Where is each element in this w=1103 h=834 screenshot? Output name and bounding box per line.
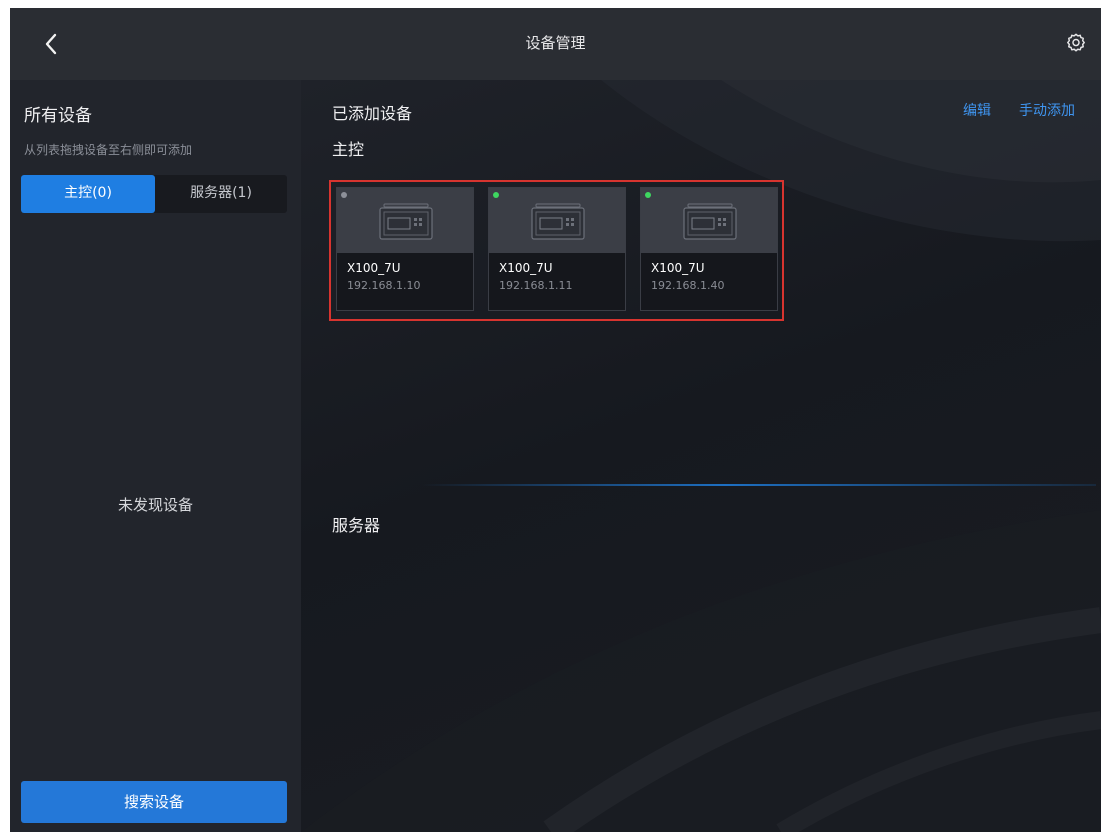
gear-icon xyxy=(1067,33,1085,52)
device-name: X100_7U xyxy=(651,261,705,275)
device-card[interactable]: X100_7U 192.168.1.40 xyxy=(640,187,778,311)
device-name: X100_7U xyxy=(499,261,553,275)
device-thumbnail xyxy=(337,188,473,253)
section-divider xyxy=(421,484,1096,486)
device-ip: 192.168.1.11 xyxy=(499,279,573,292)
section-title-master: 主控 xyxy=(332,140,365,159)
tab-master[interactable]: 主控(0) xyxy=(21,175,155,213)
status-dot xyxy=(645,192,651,198)
device-card[interactable]: X100_7U 192.168.1.11 xyxy=(488,187,626,311)
device-thumbnail xyxy=(641,188,777,253)
device-ip: 192.168.1.40 xyxy=(651,279,725,292)
status-dot xyxy=(341,192,347,198)
added-devices-title: 已添加设备 xyxy=(332,104,413,123)
section-title-server: 服务器 xyxy=(332,516,381,535)
device-type-tabs: 主控(0) 服务器(1) xyxy=(21,175,287,213)
status-dot xyxy=(493,192,499,198)
top-bar: 设备管理 xyxy=(10,8,1101,80)
tab-server[interactable]: 服务器(1) xyxy=(155,175,287,213)
sidebar-title: 所有设备 xyxy=(24,106,92,126)
device-thumbnail xyxy=(489,188,625,253)
sidebar-hint: 从列表拖拽设备至右侧即可添加 xyxy=(24,143,193,157)
added-devices-panel: 已添加设备 编辑 手动添加 主控 X100_7U 192.168.1.10 X1… xyxy=(301,80,1101,832)
search-devices-button[interactable]: 搜索设备 xyxy=(21,781,287,823)
device-card[interactable]: X100_7U 192.168.1.10 xyxy=(336,187,474,311)
server-chassis-icon xyxy=(531,203,585,240)
manual-add-link[interactable]: 手动添加 xyxy=(1019,100,1075,120)
settings-button[interactable] xyxy=(1065,32,1087,54)
server-chassis-icon xyxy=(379,203,433,240)
page-title: 设备管理 xyxy=(525,34,586,52)
server-chassis-icon xyxy=(683,203,737,240)
device-ip: 192.168.1.10 xyxy=(347,279,421,292)
empty-state-text: 未发现设备 xyxy=(117,496,193,514)
device-management-app: 设备管理 所有设备 从列表拖拽设备至右侧即可添加 主控(0) 服务器(1) 未发… xyxy=(10,8,1101,832)
edit-link[interactable]: 编辑 xyxy=(963,100,991,120)
device-list-sidebar: 所有设备 从列表拖拽设备至右侧即可添加 主控(0) 服务器(1) 未发现设备 搜… xyxy=(10,80,301,832)
device-name: X100_7U xyxy=(347,261,401,275)
